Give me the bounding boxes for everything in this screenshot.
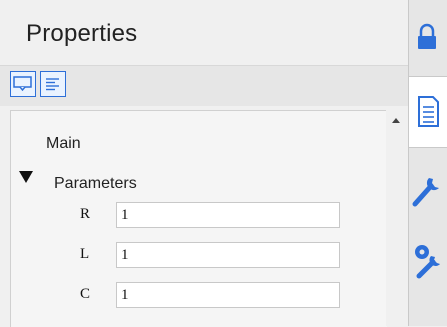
group-parameters-label: Parameters <box>54 175 137 192</box>
wrench-icon <box>409 178 447 220</box>
side-tab-lock[interactable] <box>409 18 447 58</box>
collapse-triangle-icon[interactable] <box>19 171 33 183</box>
side-tab-tools-settings[interactable] <box>409 228 447 288</box>
vertical-scrollbar[interactable] <box>386 110 406 326</box>
properties-panel: Properties Main Parameters R 1 L 1 C 1 <box>0 0 409 327</box>
tools-settings-icon <box>409 245 447 292</box>
side-tab-strip <box>409 0 447 326</box>
property-label-r: R <box>80 206 91 222</box>
document-icon <box>409 96 447 151</box>
lock-icon <box>409 23 447 62</box>
property-label-c: C <box>80 286 91 302</box>
property-input-c[interactable]: 1 <box>116 282 340 308</box>
side-tab-wrench[interactable] <box>409 160 447 216</box>
properties-toolbar <box>0 65 408 106</box>
list-view-button[interactable] <box>40 71 66 97</box>
property-input-r[interactable]: 1 <box>116 202 340 228</box>
property-label-l: L <box>80 246 90 262</box>
scroll-up-arrow-icon[interactable] <box>392 118 400 123</box>
property-input-l[interactable]: 1 <box>116 242 340 268</box>
side-tab-document[interactable] <box>409 76 447 148</box>
section-main-label: Main <box>46 135 81 152</box>
comment-view-button[interactable] <box>10 71 36 97</box>
panel-title: Properties <box>26 20 138 47</box>
